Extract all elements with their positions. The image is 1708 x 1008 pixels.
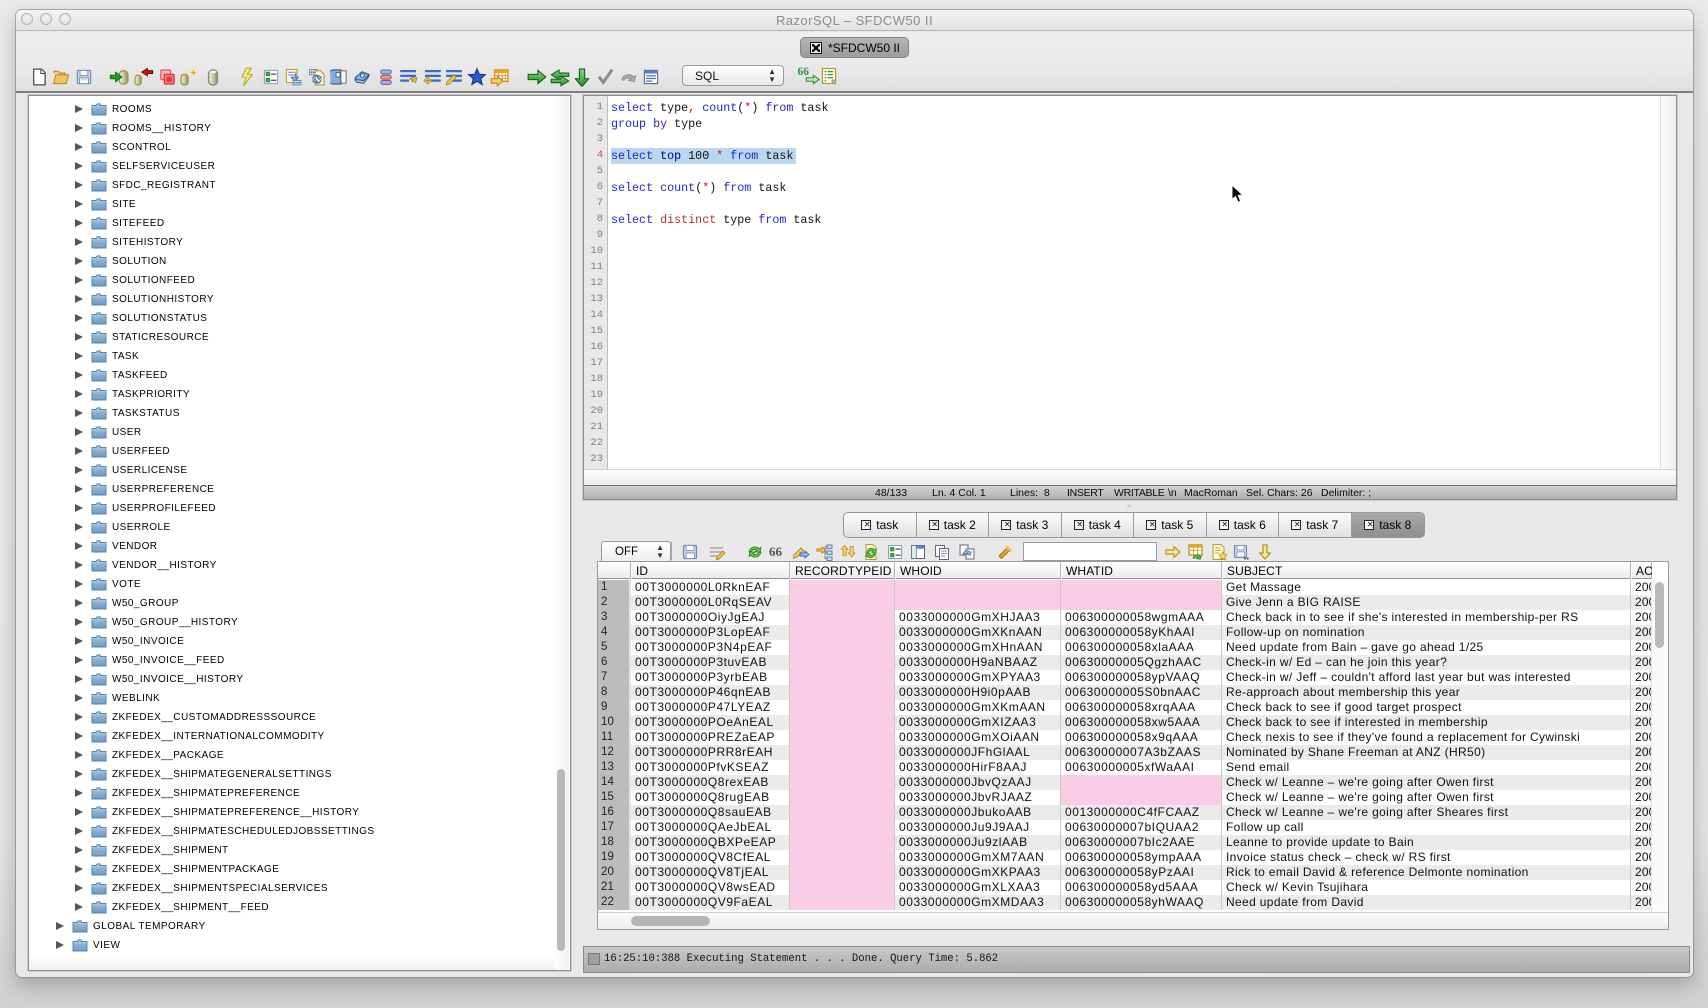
svg-text:66: 66 [769, 544, 783, 559]
svg-text:66: 66 [798, 66, 810, 78]
